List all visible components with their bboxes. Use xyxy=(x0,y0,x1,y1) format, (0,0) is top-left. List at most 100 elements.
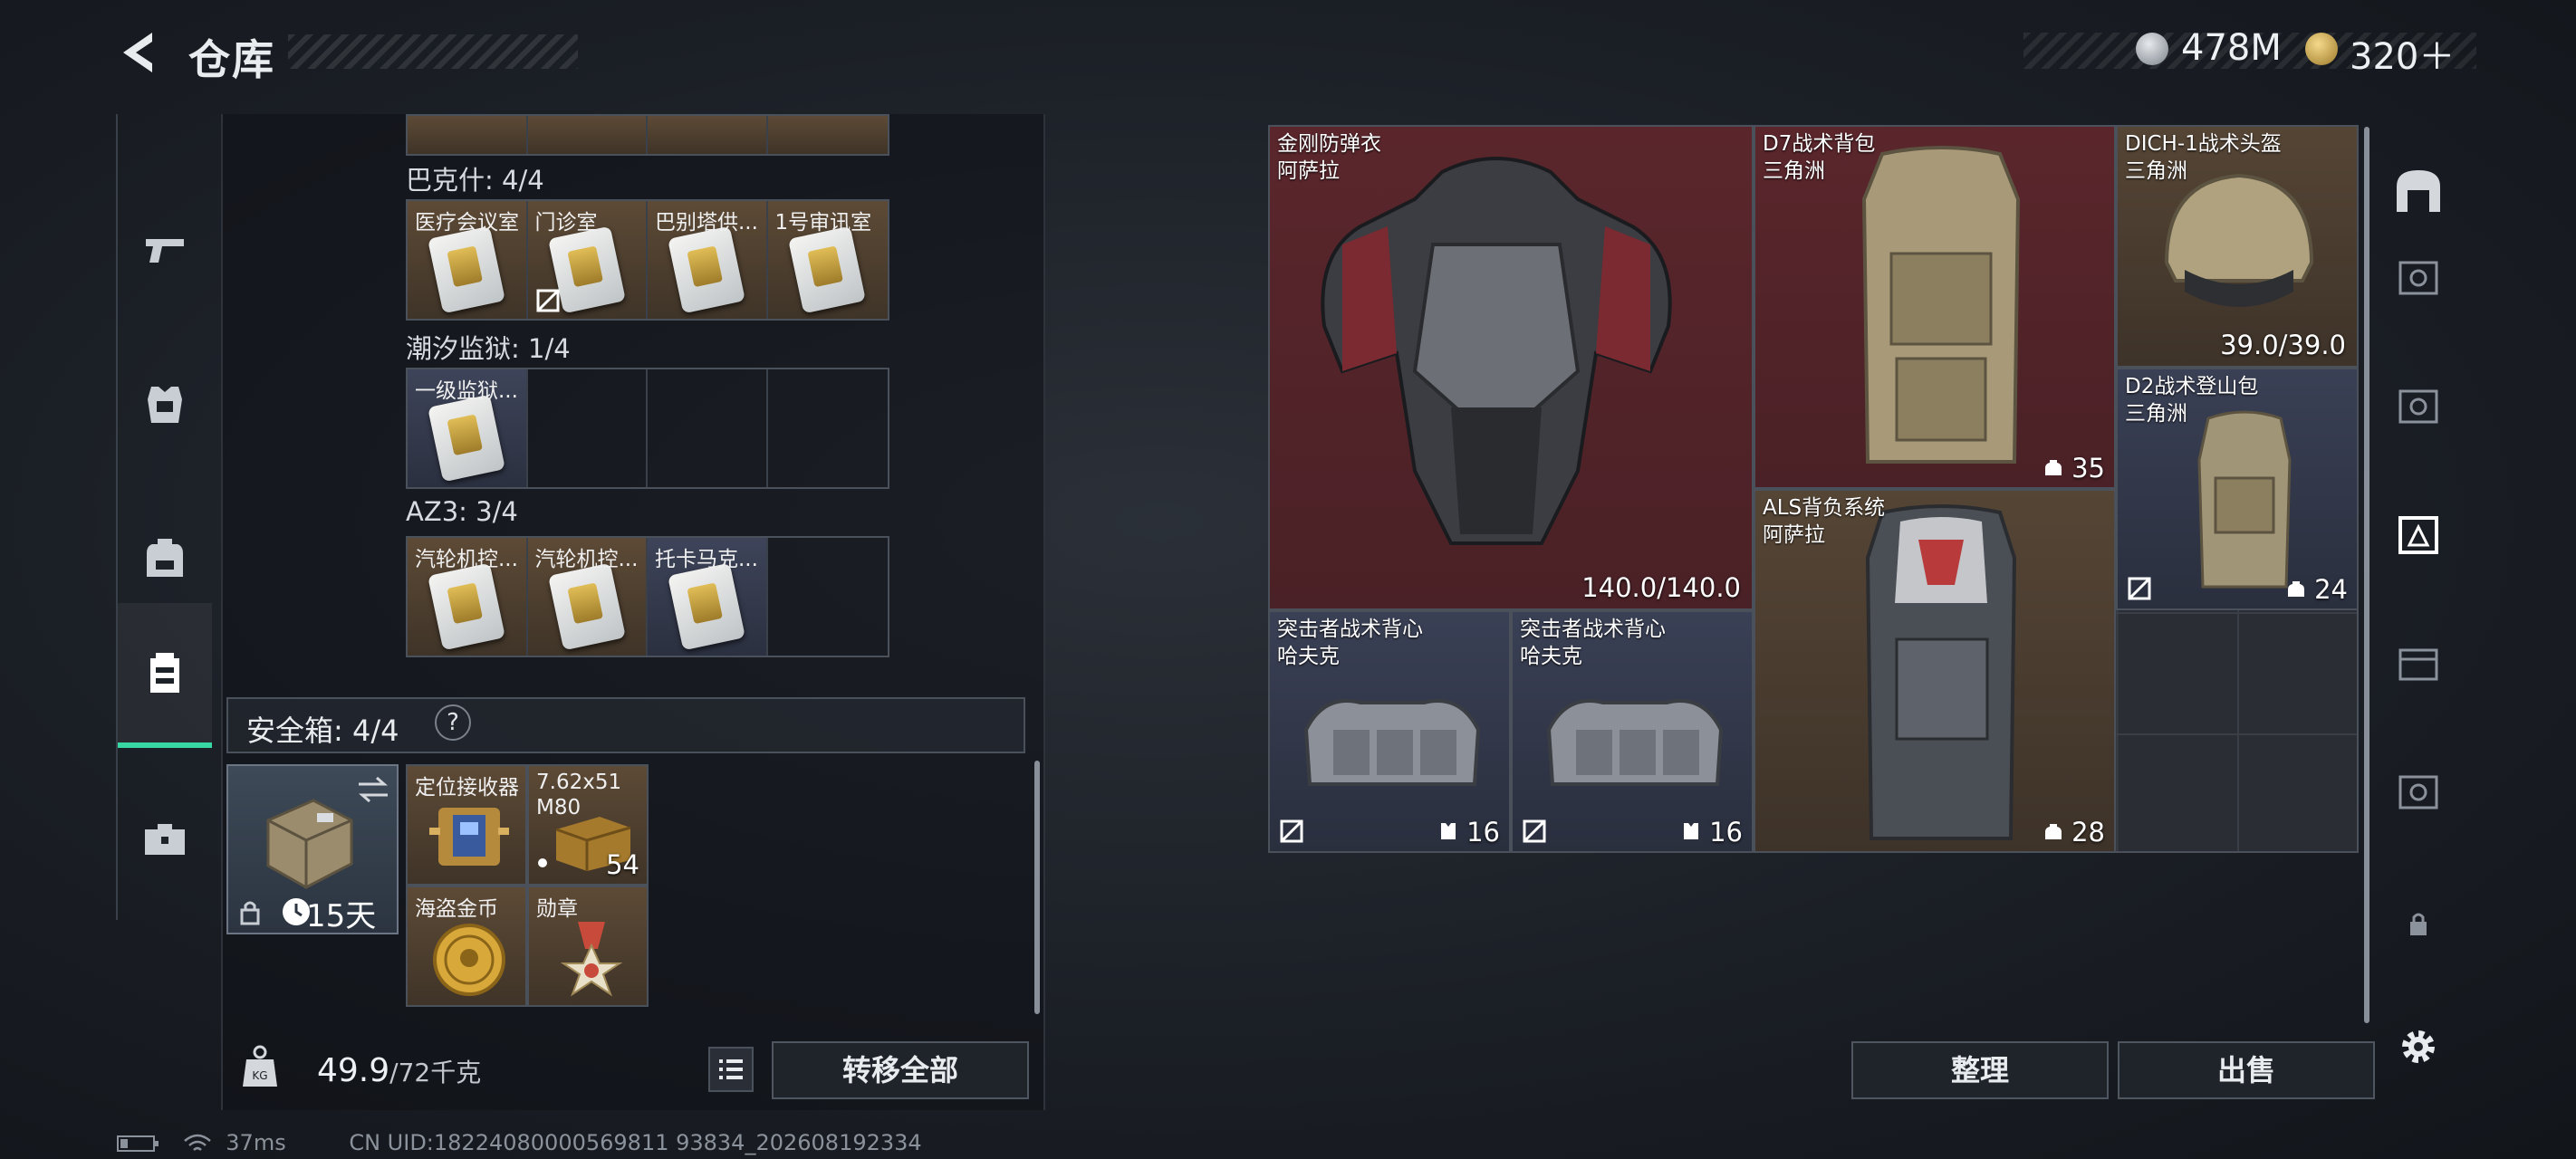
silver-coin-icon xyxy=(2136,33,2168,65)
partial-slot-row xyxy=(406,114,889,156)
slot-name: 门诊室 xyxy=(534,211,598,235)
grid-item-vest[interactable]: 突击者战术背心 哈夫克 16 xyxy=(1511,610,1754,853)
stash-tab-icon xyxy=(2398,648,2438,681)
collection-label-bakshi: 巴克什: 4/4 xyxy=(406,165,544,196)
keycard-image xyxy=(428,394,505,483)
wifi-icon xyxy=(183,1134,211,1151)
keycard-image xyxy=(428,225,505,314)
locator-receiver-image xyxy=(429,808,509,866)
stash-page-main[interactable] xyxy=(2384,156,2453,225)
partial-slot[interactable] xyxy=(648,116,768,154)
key-slot[interactable]: 汽轮机控... xyxy=(527,538,648,656)
partial-slot[interactable] xyxy=(767,116,888,154)
tactical-vest-image xyxy=(1303,699,1481,786)
grid-item-helmet[interactable]: DICH-1战术头盔 三角洲 39.0/39.0 xyxy=(2116,125,2359,368)
svg-text:KG: KG xyxy=(252,1069,267,1082)
stash-page-locked[interactable] xyxy=(2384,889,2453,958)
left-category-nav xyxy=(116,114,212,920)
sell-button[interactable]: 出售 xyxy=(2118,1041,2375,1099)
slot-name: 7.62x51 M80 xyxy=(536,771,622,819)
keycard-image xyxy=(547,562,626,651)
nav-armor[interactable] xyxy=(118,331,212,476)
safebox-item-slot[interactable]: 勋章 xyxy=(527,886,649,1007)
grid-item-als-system[interactable]: ALS背负系统 阿萨拉 28 xyxy=(1754,489,2116,853)
currency-silver-amount[interactable]: 478M xyxy=(2181,27,2282,69)
settings-button[interactable] xyxy=(2384,1012,2453,1081)
safebox-title: 安全箱: 4/4 xyxy=(246,714,399,748)
stash-tab-active-icon xyxy=(2398,516,2438,554)
item-name: ALS背负系统 阿萨拉 xyxy=(1763,496,1886,547)
safebox-item-slot[interactable]: 7.62x51 M80 54 xyxy=(527,764,649,886)
stash-page-4[interactable] xyxy=(2384,500,2453,569)
empty-slot[interactable] xyxy=(528,369,648,487)
partial-slot[interactable] xyxy=(408,116,528,154)
empty-slot[interactable] xyxy=(768,369,889,487)
slot-name: 巴别塔供... xyxy=(655,211,758,235)
slot-name: 汽轮机控... xyxy=(415,548,518,571)
safebox-item-slot[interactable]: 定位接收器 xyxy=(406,764,527,886)
key-slot[interactable]: 一级监狱... xyxy=(408,369,528,487)
list-icon xyxy=(719,1059,743,1079)
safebox-case-image xyxy=(266,799,353,889)
status-bar: 37ms CN UID:18224080000569811 93834_2026… xyxy=(116,1130,922,1155)
slot-name: 定位接收器 xyxy=(415,776,519,800)
ammo-count: 54 xyxy=(606,849,639,880)
slot-name: 托卡马克... xyxy=(655,548,758,571)
pirate-coin-image xyxy=(433,924,505,996)
help-icon[interactable]: ? xyxy=(435,704,471,741)
keycard-image xyxy=(668,225,745,314)
key-slot[interactable]: 汽轮机控... xyxy=(408,538,528,656)
nav-weapon[interactable] xyxy=(118,177,212,322)
item-capacity: 16 xyxy=(1438,817,1500,848)
user-uid: CN UID:18224080000569811 93834_202608192… xyxy=(349,1130,922,1155)
grid-item-d7-backpack[interactable]: D7战术背包 三角洲 35 xyxy=(1754,125,2116,489)
slot-name: 海盗金币 xyxy=(415,897,498,921)
stash-tab-icon xyxy=(2398,261,2438,295)
sort-button[interactable]: 整理 xyxy=(1851,1041,2109,1099)
item-capacity: 24 xyxy=(2286,574,2348,605)
currency-gold-amount[interactable]: 320＋ xyxy=(2350,27,2455,80)
grid-item-vest[interactable]: 突击者战术背心 哈夫克 16 xyxy=(1268,610,1511,853)
collection-row-bakshi: 医疗会议室 门诊室 巴别塔供... 1号审讯室 xyxy=(406,199,889,321)
medal-image xyxy=(560,922,623,997)
key-slot[interactable]: 1号审讯室 xyxy=(767,201,888,319)
transfer-all-button[interactable]: 转移全部 xyxy=(772,1041,1029,1099)
key-slot[interactable]: 托卡马克... xyxy=(648,538,768,656)
vest-capacity-icon xyxy=(1440,823,1456,839)
item-name: DICH-1战术头盔 三角洲 xyxy=(2125,132,2282,183)
stash-page-2[interactable] xyxy=(2384,243,2453,311)
grid-item-armor[interactable]: 金刚防弹衣 阿萨拉 140.0/140.0 xyxy=(1268,125,1754,610)
nav-toolkit[interactable] xyxy=(118,766,212,911)
collection-label-az3: AZ3: 3/4 xyxy=(406,496,518,527)
grid-item-d2-backpack[interactable]: D2战术登山包 三角洲 24 xyxy=(2116,368,2359,610)
empty-slot[interactable] xyxy=(768,538,889,656)
partial-slot[interactable] xyxy=(527,116,648,154)
battery-icon xyxy=(117,1135,159,1152)
item-capacity: 35 xyxy=(2043,453,2105,484)
stash-tab-icon xyxy=(2398,775,2438,809)
key-slot[interactable]: 医疗会议室 xyxy=(408,201,528,319)
left-scrollbar[interactable] xyxy=(1034,761,1040,1014)
swap-icon[interactable] xyxy=(355,775,391,804)
right-scrollbar[interactable] xyxy=(2364,127,2369,1023)
item-capacity: 16 xyxy=(1681,817,1743,848)
stash-page-6[interactable] xyxy=(2384,757,2453,826)
no-trade-icon xyxy=(2128,577,2151,600)
key-slot[interactable]: 门诊室 xyxy=(527,201,648,319)
empty-slot[interactable] xyxy=(648,369,768,487)
slot-name: 汽轮机控... xyxy=(534,548,639,571)
weight-current: 49.9 xyxy=(317,1052,390,1089)
body-armor-image xyxy=(1321,157,1672,545)
collection-row-az3: 汽轮机控... 汽轮机控... 托卡马克... xyxy=(406,536,889,657)
stash-page-3[interactable] xyxy=(2384,371,2453,440)
tactical-vest-image xyxy=(1546,699,1724,786)
safebox-item-slot[interactable]: 海盗金币 xyxy=(406,886,527,1007)
nav-safebox[interactable] xyxy=(118,603,212,748)
helmet-image xyxy=(2164,173,2314,307)
key-slot[interactable]: 巴别塔供... xyxy=(648,201,768,319)
item-name: D2战术登山包 三角洲 xyxy=(2125,375,2259,426)
gear-icon xyxy=(2402,1030,2435,1063)
list-view-button[interactable] xyxy=(708,1047,754,1092)
stash-page-5[interactable] xyxy=(2384,628,2453,697)
back-arrow-icon[interactable] xyxy=(116,29,159,76)
